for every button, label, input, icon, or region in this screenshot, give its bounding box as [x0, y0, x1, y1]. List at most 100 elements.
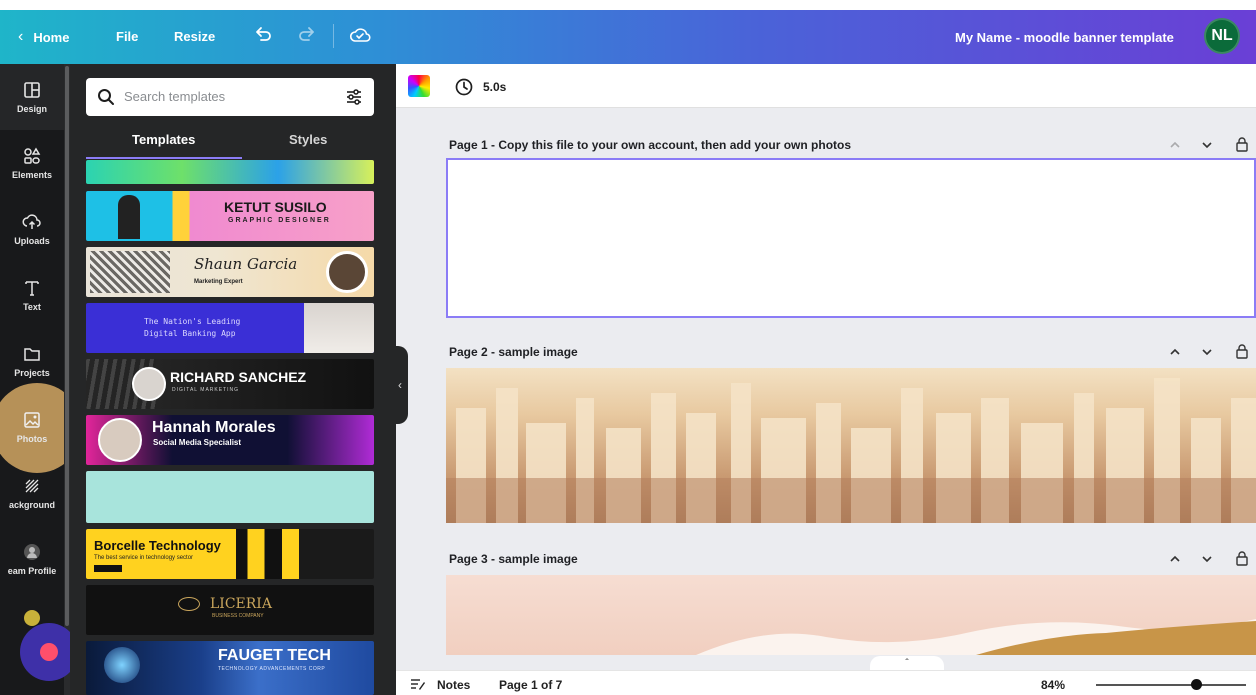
template-card-richard[interactable]: RICHARD SANCHEZ DIGITAL MARKETING — [86, 359, 374, 409]
home-label: Home — [33, 29, 70, 45]
timer-icon[interactable] — [454, 77, 474, 97]
team-profile-icon — [24, 544, 40, 560]
template-subtitle: DIGITAL MARKETING — [172, 387, 240, 393]
toolbar-divider — [333, 24, 334, 48]
rail-label: Design — [16, 104, 47, 114]
template-subtitle: The best service in technology sector — [94, 555, 194, 561]
template-card-teal-gradient[interactable] — [86, 160, 374, 184]
template-title: FAUGET TECH — [218, 647, 331, 664]
scrollbar-thumb[interactable] — [65, 66, 69, 626]
rail-label: Uploads — [14, 236, 50, 246]
rail-item-uploads[interactable]: Uploads — [0, 196, 64, 262]
chevron-up-icon: ˆ — [905, 658, 909, 669]
app-root: ‹ Home File Resize My Name - moodle bann… — [0, 0, 1256, 695]
search-icon — [98, 89, 114, 105]
tab-styles[interactable]: Styles — [289, 132, 327, 147]
template-search-box[interactable]: Search templates — [86, 78, 374, 116]
template-card-liceria[interactable]: LICERIA BUSINESS COMPANY — [86, 585, 374, 635]
avatar-photo — [326, 251, 368, 293]
redo-icon[interactable] — [296, 24, 318, 46]
cta-decoration — [94, 565, 122, 572]
template-card-banking[interactable]: The Nation's Leading Digital Banking App — [86, 303, 374, 353]
template-card-shaun[interactable]: Shaun Garcia Marketing Expert — [86, 247, 374, 297]
notes-icon[interactable] — [410, 677, 426, 691]
page-1-canvas[interactable] — [446, 158, 1256, 318]
notes-button[interactable]: Notes — [437, 678, 470, 692]
rail-label: Projects — [14, 368, 50, 378]
avatar-photo — [98, 418, 142, 462]
chevron-up-icon[interactable] — [1168, 345, 1182, 359]
notebook-photo — [90, 251, 170, 293]
rail-item-text[interactable]: Text — [0, 262, 64, 328]
template-title: LICERIA — [210, 596, 272, 612]
zoom-slider-track[interactable] — [1096, 684, 1246, 686]
template-card-mint[interactable] — [86, 471, 374, 523]
home-button[interactable]: ‹ Home — [18, 28, 69, 46]
rail-label: Photos — [16, 434, 48, 444]
file-menu-button[interactable]: File — [116, 29, 138, 44]
top-bar: ‹ Home File Resize My Name - moodle bann… — [0, 10, 1256, 64]
template-subtitle: Digital Banking App — [144, 329, 236, 338]
left-rail: Design Elements Uploads Text Projects Ph… — [0, 64, 82, 695]
page-3-canvas[interactable] — [446, 575, 1256, 655]
tab-templates[interactable]: Templates — [132, 132, 195, 147]
bottom-bar: Notes Page 1 of 7 84% — [396, 670, 1256, 695]
lock-icon[interactable] — [1234, 550, 1250, 566]
city-skyline-image — [446, 378, 1256, 523]
page-indicator[interactable]: Page 1 of 7 — [499, 678, 562, 692]
photos-icon — [24, 412, 40, 428]
search-input[interactable]: Search templates — [124, 89, 225, 104]
rail-item-photos[interactable]: Photos — [0, 394, 64, 460]
zoom-level[interactable]: 84% — [1041, 678, 1065, 692]
person-photo — [118, 195, 140, 239]
cloud-saved-icon[interactable] — [348, 24, 372, 46]
active-tab-indicator — [86, 157, 242, 159]
template-title: KETUT SUSILO — [224, 199, 327, 215]
chevron-down-icon[interactable] — [1200, 345, 1214, 359]
template-title: Borcelle Technology — [94, 538, 221, 553]
page-3-title[interactable]: Page 3 - sample image — [449, 552, 578, 566]
chevron-up-icon[interactable] — [1168, 138, 1182, 152]
rail-label: Text — [23, 302, 41, 312]
panel-tabs: Templates Styles — [86, 126, 374, 160]
template-card-hannah[interactable]: Hannah Morales Social Media Specialist — [86, 415, 374, 465]
text-icon — [25, 281, 39, 296]
person-photo — [304, 303, 374, 353]
template-card-ketut[interactable]: KETUT SUSILO GRAPHIC DESIGNER — [86, 191, 374, 241]
document-title[interactable]: My Name - moodle banner template — [955, 30, 1174, 45]
chevron-up-icon[interactable] — [1168, 552, 1182, 566]
color-picker-button[interactable] — [408, 75, 430, 97]
template-title: Shaun Garcia — [194, 255, 298, 273]
duration-label[interactable]: 5.0s — [483, 80, 506, 94]
elements-icon — [24, 147, 41, 164]
chevron-left-icon: ‹ — [398, 378, 402, 392]
page-2-title[interactable]: Page 2 - sample image — [449, 345, 578, 359]
rail-item-team-profile[interactable]: eam Profile — [0, 526, 64, 592]
user-avatar[interactable]: NL — [1204, 18, 1240, 54]
beach-wave-image — [696, 619, 1256, 655]
globe-icon — [104, 647, 140, 683]
page-1-title[interactable]: Page 1 - Copy this file to your own acco… — [449, 138, 851, 152]
chevron-down-icon[interactable] — [1200, 552, 1214, 566]
panel-collapse-handle[interactable]: ‹ — [392, 346, 408, 424]
avatar-photo — [132, 367, 166, 401]
filter-sliders-icon[interactable] — [344, 87, 364, 107]
rail-item-elements[interactable]: Elements — [0, 130, 64, 196]
zoom-slider-thumb[interactable] — [1191, 679, 1202, 690]
resize-button[interactable]: Resize — [174, 29, 215, 44]
rail-item-design[interactable]: Design — [0, 64, 64, 130]
lock-icon[interactable] — [1234, 343, 1250, 359]
chevron-down-icon[interactable] — [1200, 138, 1214, 152]
lock-icon[interactable] — [1234, 136, 1250, 152]
template-subtitle: Marketing Expert — [194, 279, 243, 285]
page-2-canvas[interactable] — [446, 368, 1256, 523]
template-subtitle: BUSINESS COMPANY — [212, 613, 264, 619]
template-subtitle: GRAPHIC DESIGNER — [228, 217, 331, 224]
template-title: RICHARD SANCHEZ — [170, 369, 307, 385]
template-card-fauget[interactable]: FAUGET TECH TECHNOLOGY ADVANCEMENTS CORP — [86, 641, 374, 695]
undo-icon[interactable] — [252, 24, 274, 46]
template-title: The Nation's Leading — [144, 317, 241, 326]
template-card-borcelle[interactable]: Borcelle Technology The best service in … — [86, 529, 374, 579]
rail-item-background[interactable]: ackground — [0, 460, 64, 526]
rail-label: ackground — [8, 500, 55, 510]
